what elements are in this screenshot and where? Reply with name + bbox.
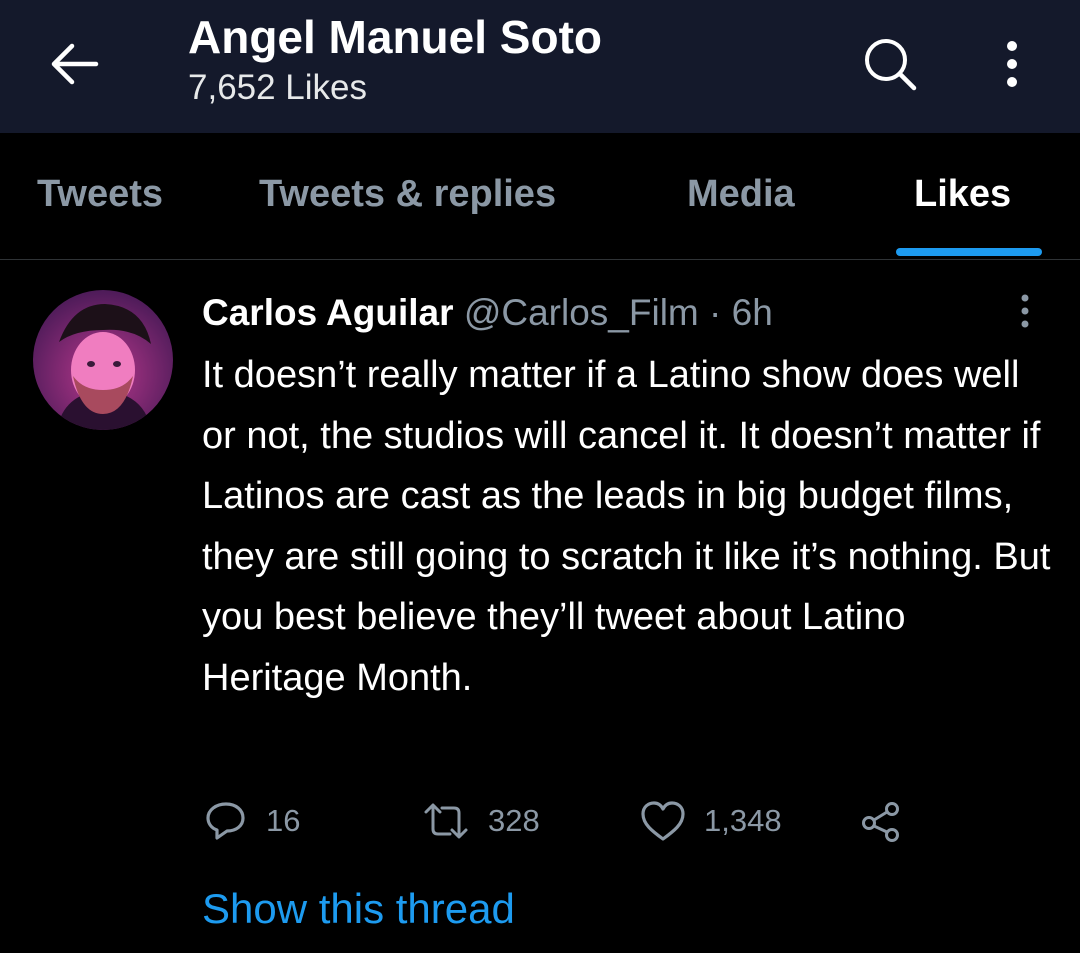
avatar-image xyxy=(33,290,173,430)
active-tab-indicator xyxy=(896,248,1042,256)
separator-dot: · xyxy=(709,292,722,333)
tweet-more-button[interactable] xyxy=(1010,291,1040,331)
tab-tweets-replies[interactable]: Tweets & replies xyxy=(259,173,556,216)
more-options-button[interactable] xyxy=(984,32,1040,96)
retweet-button[interactable]: 328 xyxy=(422,796,540,846)
retweet-icon xyxy=(424,803,468,839)
show-thread-link[interactable]: Show this thread xyxy=(202,885,515,933)
author-handle[interactable]: @Carlos_Film xyxy=(464,292,699,333)
avatar[interactable] xyxy=(33,290,173,430)
search-icon xyxy=(865,39,917,91)
more-vertical-icon xyxy=(1007,41,1017,87)
reply-icon xyxy=(206,802,245,840)
profile-header-text: Angel Manuel Soto 7,652 Likes xyxy=(188,8,602,110)
tab-likes[interactable]: Likes xyxy=(914,173,1011,216)
tab-media[interactable]: Media xyxy=(687,173,795,216)
profile-name: Angel Manuel Soto xyxy=(188,11,602,63)
search-button[interactable] xyxy=(858,32,922,96)
back-button[interactable] xyxy=(44,34,104,94)
tweet-text: It doesn’t really matter if a Latino sho… xyxy=(202,354,1051,699)
tweet-header: Carlos Aguilar @Carlos_Film · 6h xyxy=(202,289,773,337)
share-icon xyxy=(862,802,899,842)
more-vertical-icon xyxy=(1021,294,1029,328)
tweet-actions: 16 328 1,348 xyxy=(202,796,922,846)
like-button[interactable]: 1,348 xyxy=(640,796,782,846)
tweet-time[interactable]: 6h xyxy=(732,292,773,333)
like-count: 1,348 xyxy=(704,803,782,838)
tab-tweets[interactable]: Tweets xyxy=(37,173,163,216)
author-name[interactable]: Carlos Aguilar xyxy=(202,292,454,333)
tweet-card[interactable]: Carlos Aguilar @Carlos_Film · 6h It does… xyxy=(0,261,1080,953)
likes-count: 7,652 Likes xyxy=(188,68,368,107)
heart-icon xyxy=(641,801,685,841)
retweet-count: 328 xyxy=(488,803,540,838)
profile-tabs: Tweets Tweets & replies Media Likes xyxy=(0,133,1080,260)
reply-button[interactable]: 16 xyxy=(204,796,300,846)
share-button[interactable] xyxy=(860,796,902,846)
top-app-bar: Angel Manuel Soto 7,652 Likes xyxy=(0,0,1080,133)
reply-count: 16 xyxy=(266,803,301,838)
back-arrow-icon xyxy=(51,43,99,85)
